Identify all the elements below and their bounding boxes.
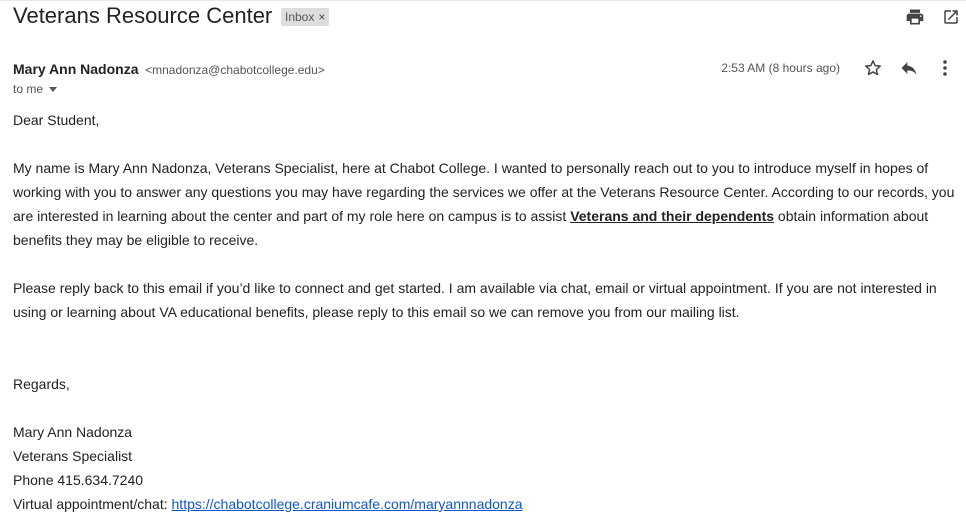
open-in-new-window-icon[interactable] — [940, 6, 962, 28]
signature-phone: Phone 415.634.7240 — [13, 472, 144, 488]
paragraph-intro: My name is Mary Ann Nadonza, Veterans Sp… — [13, 156, 958, 252]
message-actions: 2:53 AM (8 hours ago) — [721, 57, 956, 79]
paragraph-reply: Please reply back to this email if you’d… — [13, 280, 937, 320]
star-icon[interactable] — [862, 57, 884, 79]
veterans-dependents-link[interactable]: Veterans and their dependents — [570, 208, 774, 224]
sender-email: <mnadonza@chabotcollege.edu> — [145, 63, 325, 77]
caret-down-icon — [49, 86, 58, 92]
remove-label-icon[interactable]: × — [318, 8, 325, 26]
more-vertical-icon[interactable] — [934, 57, 956, 79]
divider — [0, 0, 966, 1]
inbox-label-chip[interactable]: Inbox × — [281, 8, 330, 26]
recipient-details-toggle[interactable]: to me — [13, 82, 58, 96]
signature-chat: Virtual appointment/chat: https://chabot… — [13, 492, 958, 516]
email-body: Dear Student, My name is Mary Ann Nadonz… — [13, 108, 958, 516]
signature-title: Veterans Specialist — [13, 448, 133, 464]
signature-chat-label: Virtual appointment/chat: — [13, 496, 172, 512]
email-subject: Veterans Resource Center — [13, 3, 273, 28]
craniumcafe-link[interactable]: https://chabotcollege.craniumcafe.com/ma… — [172, 496, 523, 512]
signature-name: Mary Ann Nadonza — [13, 424, 133, 440]
greeting: Dear Student, — [13, 112, 100, 128]
recipient-label: to me — [13, 82, 44, 96]
sender-row: Mary Ann Nadonza <mnadonza@chabotcollege… — [13, 61, 325, 77]
regards: Regards, — [13, 376, 70, 392]
print-icon[interactable] — [904, 6, 926, 28]
email-view: Veterans Resource Center Inbox × Mary An… — [0, 0, 966, 531]
top-actions — [904, 6, 962, 28]
label-chip-text: Inbox — [285, 10, 315, 24]
timestamp: 2:53 AM (8 hours ago) — [721, 61, 840, 75]
sender-name[interactable]: Mary Ann Nadonza — [13, 61, 139, 77]
reply-icon[interactable] — [898, 57, 920, 79]
